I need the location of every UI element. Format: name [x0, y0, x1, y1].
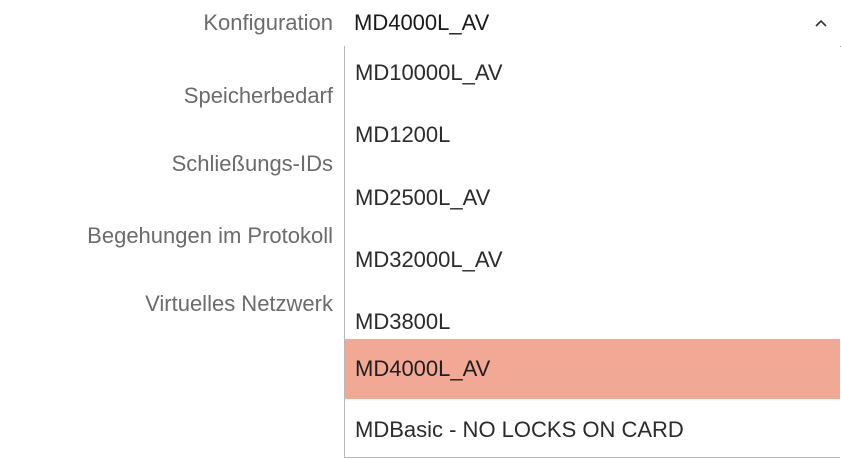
dropdown-option[interactable]: MD32000L_AV: [345, 233, 840, 287]
dropdown-option[interactable]: MDBasic - NO LOCKS ON CARD: [345, 403, 840, 457]
label-konfiguration: Konfiguration: [203, 10, 333, 35]
dropdown-option[interactable]: MD2500L_AV: [345, 171, 840, 225]
konfiguration-select[interactable]: MD4000L_AV: [344, 0, 841, 47]
dropdown-option[interactable]: MD10000L_AV: [345, 46, 840, 100]
chevron-up-icon[interactable]: [811, 13, 831, 33]
label-speicherbedarf: Speicherbedarf: [183, 83, 333, 108]
dropdown-option-selected[interactable]: MD4000L_AV: [345, 339, 840, 399]
label-schliessungs-ids: Schließungs-IDs: [171, 151, 333, 176]
label-begehungen-im-protokoll: Begehungen im Protokoll: [87, 223, 333, 248]
label-virtuelles-netzwerk: Virtuelles Netzwerk: [145, 291, 333, 316]
konfiguration-dropdown-list: MD10000L_AV MD1200L MD2500L_AV MD32000L_…: [344, 46, 840, 458]
dropdown-option[interactable]: MD1200L: [345, 108, 840, 162]
konfiguration-select-value: MD4000L_AV: [354, 10, 490, 35]
